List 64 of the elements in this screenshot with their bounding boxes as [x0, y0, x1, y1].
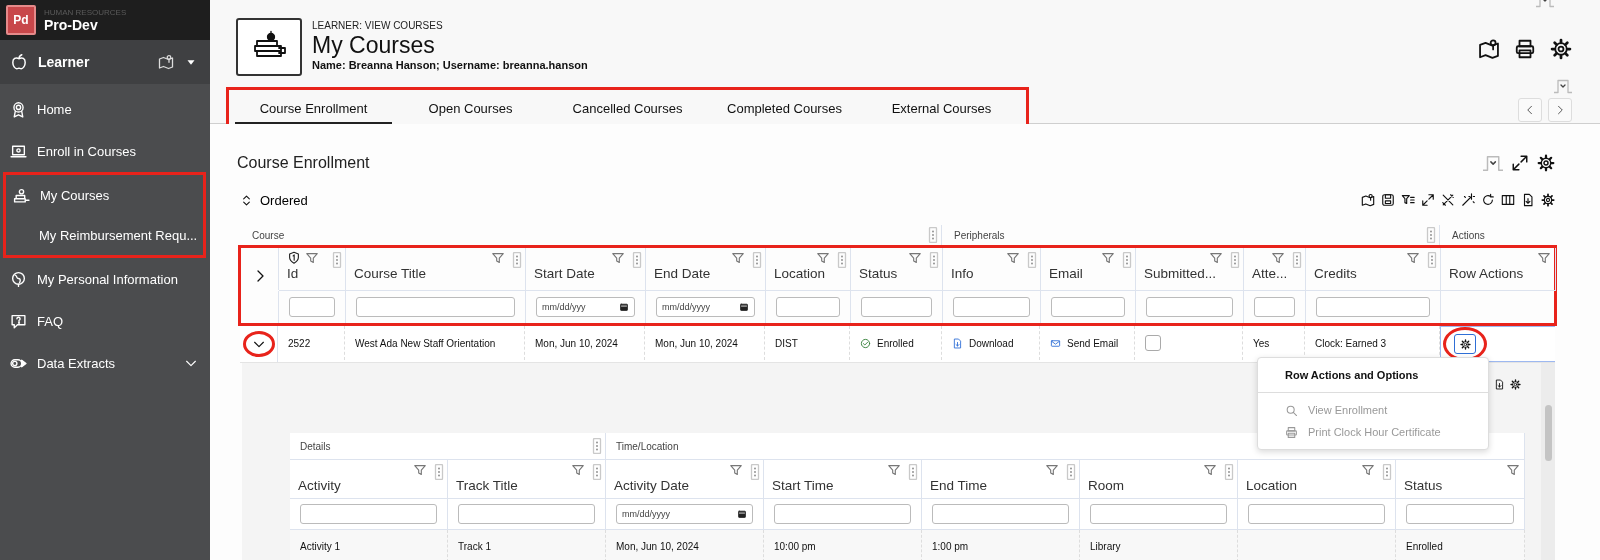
column-header: Track Title [456, 478, 518, 493]
column-header: Start Date [534, 266, 595, 281]
table-cell: Mon, Jun 10, 2024 [645, 326, 765, 360]
tab[interactable]: Completed Courses [706, 94, 863, 124]
nav-item[interactable]: My Personal Information [0, 258, 210, 300]
filter-field[interactable]: mm/dd/yyyy [656, 297, 755, 317]
table-cell: 1:00 pm [922, 530, 1080, 560]
tab[interactable]: Open Courses [392, 94, 549, 124]
table-cell: Track 1 [448, 530, 606, 560]
nav-item[interactable]: Data Extracts [0, 342, 210, 384]
nav-item[interactable]: Enroll in Courses [0, 130, 210, 172]
table-cell: Mon, Jun 10, 2024 [525, 326, 645, 360]
section-title: Course Enrollment [237, 154, 370, 172]
column-header: Id [287, 266, 299, 281]
column-group-label: Details [300, 440, 331, 452]
sort-order-button[interactable]: Ordered [240, 192, 308, 208]
tab[interactable]: External Courses [863, 94, 1020, 124]
column-header: Start Time [772, 478, 834, 493]
column-header: Room [1088, 478, 1124, 493]
role-switcher[interactable]: Learner [0, 40, 210, 84]
column-header: End Date [654, 266, 711, 281]
table-cell: Mon, Jun 10, 2024 [606, 530, 764, 560]
table-cell: West Ada New Staff Orientation [345, 326, 525, 360]
column-header: Location [1246, 478, 1298, 493]
column-header: Location [774, 266, 826, 281]
nav-item[interactable]: My Courses [6, 175, 203, 215]
column-header: Activity [298, 478, 341, 493]
column-header: End Time [930, 478, 988, 493]
email-link[interactable]: Send Email [1050, 337, 1119, 349]
column-header: Email [1049, 266, 1083, 281]
menu-title: Row Actions and Options [1258, 358, 1488, 393]
column-header: Submitted... [1144, 266, 1217, 281]
column-group-label: Course [252, 229, 285, 241]
nav-item[interactable]: FAQ [0, 300, 210, 342]
column-group-label: Actions [1452, 229, 1485, 241]
table-cell: DIST [765, 326, 850, 360]
table-cell: 10:00 pm [764, 530, 922, 560]
column-header: Row Actions [1449, 266, 1524, 281]
app-name: Pro-Dev [44, 16, 99, 33]
column-group-label: Time/Location [616, 440, 679, 452]
table-cell: Library [1080, 530, 1238, 560]
column-header: Status [859, 266, 898, 281]
table-cell: Enrolled [1396, 530, 1525, 560]
column-header: Atte... [1252, 266, 1288, 281]
filter-field[interactable]: mm/dd/yyyy [616, 504, 753, 524]
nav-item[interactable]: Home [0, 88, 210, 130]
column-header: Course Title [354, 266, 427, 281]
table-cell: Activity 1 [290, 530, 448, 560]
table-cell: 2522 [278, 326, 345, 360]
filter-field[interactable]: mm/dd/yyy [536, 297, 635, 317]
download-link[interactable]: Download [952, 337, 1014, 349]
page-kicker: LEARNER: VIEW COURSES [312, 20, 444, 31]
column-header: Info [951, 266, 974, 281]
column-header: Credits [1314, 266, 1357, 281]
status-label: Enrolled [877, 337, 914, 349]
role-label: Learner [38, 54, 91, 70]
column-header: Status [1404, 478, 1443, 493]
column-header: Activity Date [614, 478, 690, 493]
user-info: Name: Breanna Hanson; Username: breanna.hanson [312, 59, 589, 71]
app-logo: Pd [6, 5, 36, 35]
tab[interactable]: Cancelled Courses [549, 94, 706, 124]
page-title: My Courses [312, 31, 436, 59]
column-group-label: Peripherals [954, 229, 1005, 241]
nav-item[interactable]: My Reimbursement Requ... [6, 215, 203, 255]
